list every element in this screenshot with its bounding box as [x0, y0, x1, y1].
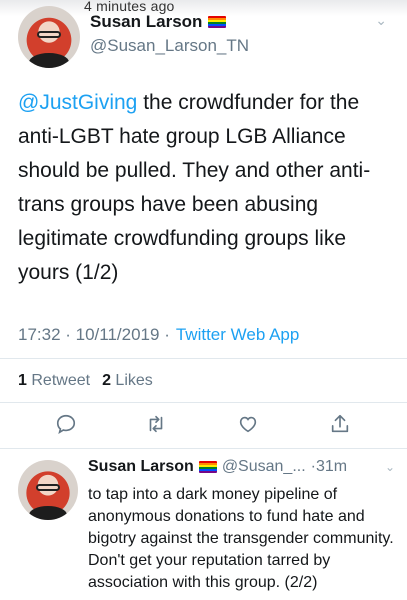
divider: [0, 402, 407, 403]
glasses-shape: [36, 484, 60, 492]
retweet-stat[interactable]: 1 Retweet: [18, 372, 90, 390]
reply-icon[interactable]: [54, 412, 78, 436]
reply-header: Susan Larson @Susan_... ·31m: [88, 458, 347, 476]
retweet-count: 1: [18, 372, 27, 389]
author-name-row[interactable]: Susan Larson: [90, 12, 227, 32]
shirt-shape: [28, 505, 68, 520]
tweet-meta: 17:32 · 10/11/2019 · Twitter Web App: [18, 325, 299, 345]
author-handle[interactable]: @Susan_Larson_TN: [90, 36, 249, 56]
share-icon[interactable]: [328, 412, 352, 436]
rainbow-flag-icon: [208, 16, 227, 28]
engagement-stats: 1 Retweet 2 Likes: [18, 372, 153, 390]
tweet-timestamp: 17:32 · 10/11/2019 ·: [18, 325, 170, 344]
tweet-body: @JustGiving the crowdfunder for the anti…: [18, 86, 396, 290]
mention-link[interactable]: @JustGiving: [18, 91, 137, 114]
rainbow-flag-icon: [198, 461, 217, 473]
reply-tweet[interactable]: Susan Larson @Susan_... ·31m ⌄ to tap in…: [0, 448, 407, 600]
like-icon[interactable]: [236, 412, 260, 436]
like-count: 2: [102, 372, 111, 389]
avatar[interactable]: [18, 460, 78, 520]
reply-body: to tap into a dark money pipeline of ano…: [88, 486, 394, 591]
like-stat[interactable]: 2 Likes: [102, 372, 153, 390]
avatar[interactable]: [18, 6, 80, 68]
action-bar: [0, 412, 407, 442]
main-tweet: Susan Larson @Susan_Larson_TN ⌄ @JustGiv…: [0, 0, 407, 448]
retweet-label: Retweet: [31, 372, 91, 389]
like-label: Likes: [115, 372, 153, 389]
tweet-source-link[interactable]: Twitter Web App: [176, 325, 299, 345]
tweet-time: ·31m: [310, 458, 348, 475]
author-handle[interactable]: @Susan_...: [222, 458, 306, 476]
chevron-down-icon[interactable]: ⌄: [375, 12, 387, 29]
glasses-shape: [36, 30, 62, 39]
display-name[interactable]: Susan Larson: [88, 458, 194, 476]
retweet-icon[interactable]: [144, 412, 168, 436]
display-name[interactable]: Susan Larson: [90, 12, 202, 32]
divider: [0, 358, 407, 359]
chevron-down-icon[interactable]: ⌄: [385, 460, 395, 474]
shirt-shape: [29, 53, 69, 68]
tweet-body-text: the crowdfunder for the anti-LGBT hate g…: [18, 91, 371, 284]
